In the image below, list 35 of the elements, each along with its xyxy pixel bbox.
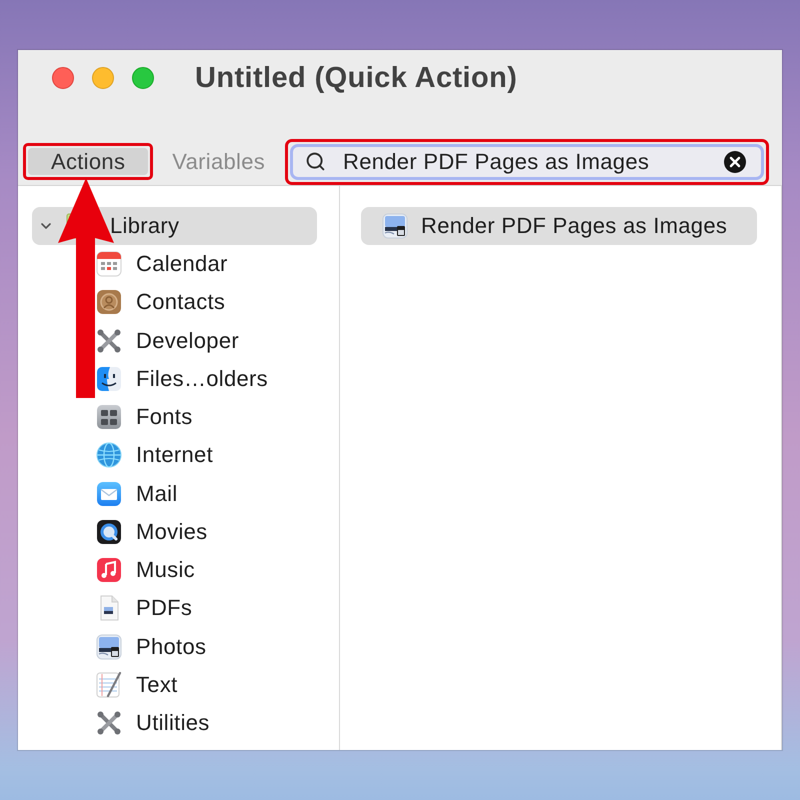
- smiling-face-icon: [96, 366, 122, 392]
- calendar-icon: [96, 251, 122, 278]
- search-field[interactable]: Render PDF Pages as Images: [290, 144, 764, 180]
- zoom-button[interactable]: [132, 67, 154, 89]
- search-icon: [305, 151, 326, 172]
- envelope-icon: [96, 480, 122, 507]
- magnifier-icon: [96, 518, 122, 545]
- minimize-button[interactable]: [92, 67, 114, 89]
- photo-icon: [96, 634, 122, 660]
- notepad-icon: [96, 672, 122, 698]
- globe-icon: [96, 442, 122, 468]
- crossed-tools-icon: [96, 710, 122, 736]
- category-item[interactable]: Photos: [96, 628, 206, 666]
- category-item[interactable]: Developer: [96, 322, 239, 360]
- close-button[interactable]: [52, 67, 74, 89]
- category-item[interactable]: Fonts: [96, 398, 193, 436]
- tab-button[interactable]: Actions: [28, 148, 148, 175]
- category-item[interactable]: Files…olders: [96, 360, 268, 398]
- category-item[interactable]: PDFs: [96, 589, 192, 628]
- action-item[interactable]: Render PDF Pages as Images: [361, 207, 757, 245]
- crossed-tools-icon: [96, 328, 122, 354]
- photo-icon: [382, 213, 408, 239]
- category-item[interactable]: Music: [96, 551, 195, 590]
- category-item[interactable]: Text: [96, 666, 178, 704]
- category-item[interactable]: Mail: [96, 474, 178, 513]
- music-note-icon: [96, 557, 122, 584]
- category-item[interactable]: Calendar: [96, 245, 228, 284]
- category-item[interactable]: Internet: [96, 436, 214, 474]
- clear-icon[interactable]: [724, 150, 746, 172]
- contacts-icon: [96, 289, 122, 316]
- category-item[interactable]: Utilities: [96, 704, 210, 742]
- window-title: Untitled (Quick Action): [195, 61, 518, 95]
- category-item[interactable]: Contacts: [96, 283, 226, 322]
- category-item[interactable]: Movies: [96, 512, 208, 551]
- grid-icon: [96, 404, 122, 430]
